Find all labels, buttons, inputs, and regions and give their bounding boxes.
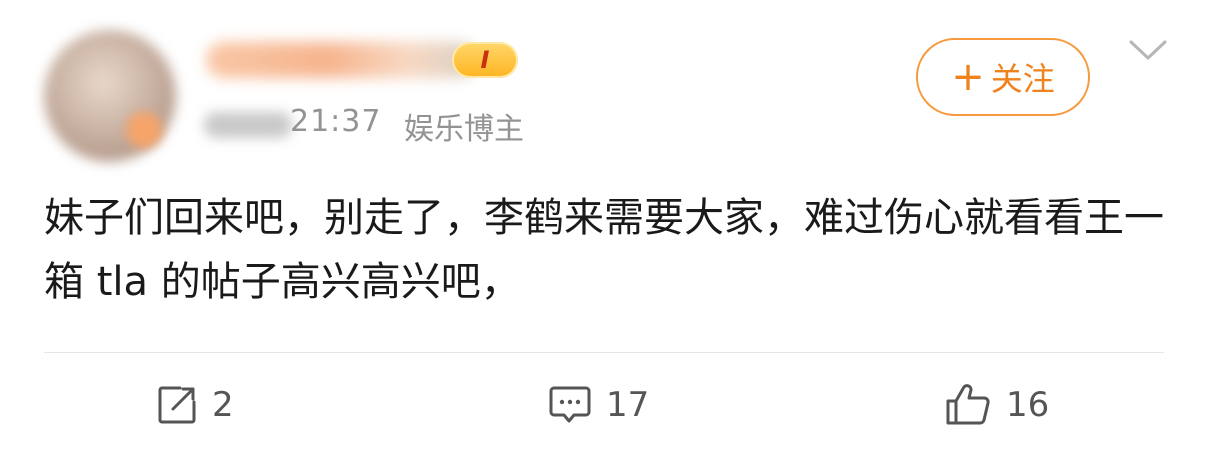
comment-icon bbox=[548, 384, 592, 426]
username-blurred[interactable] bbox=[206, 42, 476, 78]
comment-count: 17 bbox=[606, 385, 650, 425]
chevron-down-icon[interactable] bbox=[1128, 36, 1168, 66]
like-button[interactable]: 16 bbox=[944, 380, 1049, 430]
vip-level-label: I bbox=[480, 46, 490, 74]
share-count: 2 bbox=[212, 385, 234, 425]
post-time: 21:37 bbox=[290, 104, 382, 139]
vip-level-badge[interactable]: I bbox=[452, 42, 518, 78]
post-text: 妹子们回来吧，别走了，李鹤来需要大家，难过伤心就看看王一箱 tla 的帖子高兴高… bbox=[44, 195, 1164, 305]
share-button[interactable]: 2 bbox=[156, 380, 234, 430]
author-tag: 娱乐博主 bbox=[404, 112, 524, 147]
post-date-blurred bbox=[204, 112, 292, 138]
avatar-verified-badge bbox=[126, 112, 162, 148]
follow-label: 关注 bbox=[990, 60, 1055, 98]
plus-icon: + bbox=[951, 54, 985, 100]
comment-button[interactable]: 17 bbox=[548, 380, 649, 430]
divider bbox=[44, 352, 1164, 353]
follow-button[interactable]: + 关注 bbox=[916, 38, 1090, 116]
thumbs-up-icon bbox=[944, 383, 992, 427]
like-count: 16 bbox=[1006, 385, 1050, 425]
share-icon bbox=[156, 384, 198, 426]
weibo-post: I 21:37 娱乐博主 + 关注 妹子们回来吧，别走了，李鹤来需要大家，难过伤… bbox=[0, 0, 1206, 456]
